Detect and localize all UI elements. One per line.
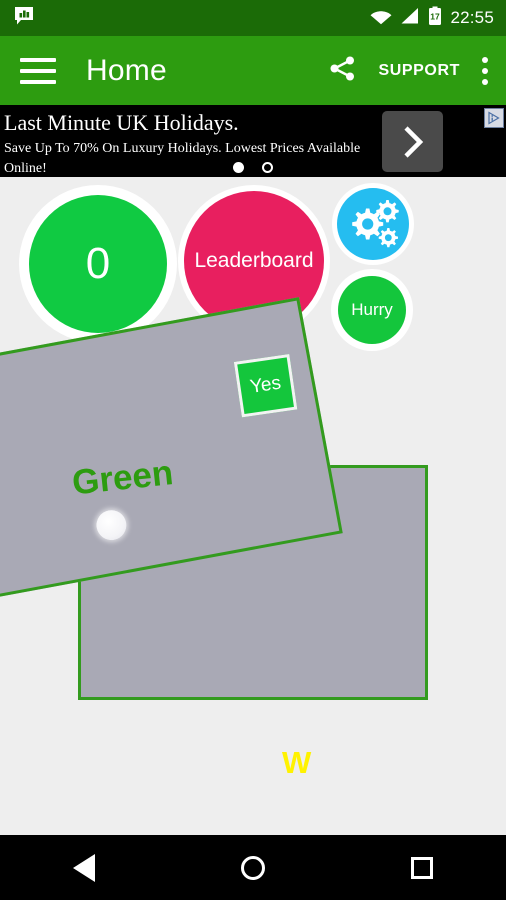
hurry-label: Hurry xyxy=(351,300,393,319)
app-bar-actions: SUPPORT xyxy=(329,55,492,87)
share-icon[interactable] xyxy=(329,55,356,87)
nav-back-button[interactable] xyxy=(49,835,119,900)
android-nav-bar xyxy=(0,835,506,900)
phone-screen: 17 22:55 Home SUPPORT Last Minute UK Hol… xyxy=(0,0,506,900)
settings-button[interactable] xyxy=(332,183,414,265)
back-triangle-icon xyxy=(73,853,96,882)
ad-headline: Last Minute UK Holidays. xyxy=(4,110,239,135)
gears-icon xyxy=(341,190,405,259)
nav-home-button[interactable] xyxy=(218,835,288,900)
status-bar-notifications xyxy=(14,6,370,31)
hamburger-bar xyxy=(20,79,56,84)
ad-banner[interactable]: Last Minute UK Holidays. Save Up To 70% … xyxy=(0,105,506,177)
hurry-button[interactable]: Hurry xyxy=(331,269,413,351)
battery-icon: 17 xyxy=(428,6,442,31)
status-bar-clock: 22:55 xyxy=(450,8,494,27)
game-content-area: 0 Leaderboard Hurry Yes Green W xyxy=(0,177,506,835)
hamburger-menu-icon[interactable] xyxy=(20,57,56,84)
score-button[interactable]: 0 xyxy=(19,185,177,343)
status-bar-system-icons: 17 22:55 xyxy=(370,6,494,31)
message-chart-icon xyxy=(14,6,34,31)
support-button[interactable]: SUPPORT xyxy=(378,62,460,80)
home-circle-icon xyxy=(240,855,265,880)
green-word-label: Green xyxy=(70,453,175,503)
overflow-dot xyxy=(482,56,488,63)
ad-dot-active[interactable] xyxy=(233,162,244,173)
overflow-dot xyxy=(482,67,488,74)
settings-button-fill xyxy=(337,188,409,260)
battery-level-text: 17 xyxy=(431,11,441,21)
chevron-right-icon xyxy=(400,125,426,159)
status-bar: 17 22:55 xyxy=(0,0,506,36)
hamburger-bar xyxy=(20,68,56,73)
white-puck-icon[interactable] xyxy=(93,507,129,543)
overflow-menu-icon[interactable] xyxy=(482,56,492,85)
overflow-dot xyxy=(482,78,488,85)
w-mark-label: W xyxy=(282,745,312,780)
hurry-button-fill: Hurry xyxy=(338,276,406,344)
leaderboard-label: Leaderboard xyxy=(194,249,314,272)
adchoices-icon[interactable] xyxy=(484,108,504,128)
app-bar: Home SUPPORT xyxy=(0,36,506,105)
yes-button[interactable]: Yes xyxy=(233,353,298,418)
hamburger-bar xyxy=(20,57,56,62)
score-value: 0 xyxy=(85,239,111,288)
ad-carousel-dots[interactable] xyxy=(0,162,506,173)
yes-label: Yes xyxy=(248,372,283,398)
wifi-icon xyxy=(370,7,392,30)
ad-dot-inactive[interactable] xyxy=(262,162,273,173)
recents-square-icon xyxy=(410,856,433,879)
signal-icon xyxy=(400,7,420,30)
score-button-fill: 0 xyxy=(29,195,167,333)
page-title: Home xyxy=(86,53,167,87)
nav-recents-button[interactable] xyxy=(387,835,457,900)
